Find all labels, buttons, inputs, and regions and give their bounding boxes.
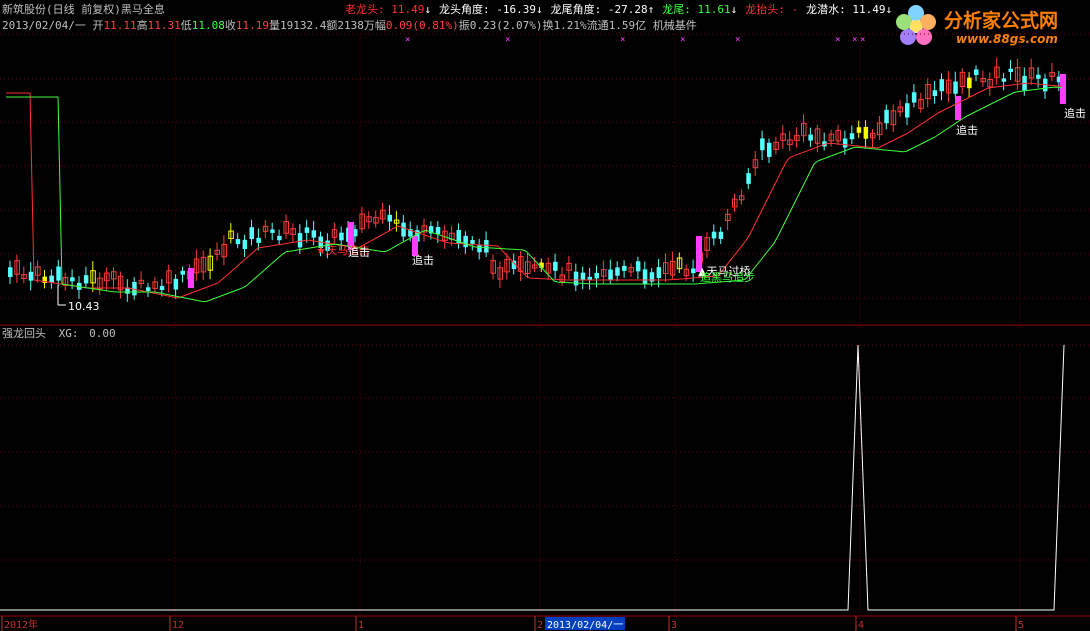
kline-chart[interactable]: × × × × × × × ×10.43★庆马追击追击追击▲天马过桥追黑马追步追击追击2012… (0, 0, 1090, 631)
x-axis-label: 4 (858, 620, 864, 631)
x-axis-label: 2012年 (4, 618, 38, 631)
candle-body (173, 278, 179, 290)
candle-body (435, 227, 441, 234)
candle-body (1036, 74, 1041, 79)
candle-body (608, 269, 613, 280)
candle-body (235, 239, 241, 245)
signal-marker-icon: × (680, 35, 685, 45)
chart-annotation: 追击 (956, 123, 978, 137)
signal-candle (1060, 74, 1066, 104)
signal-marker-icon: × (735, 35, 740, 45)
candle-body (691, 268, 696, 274)
candle-body (180, 270, 185, 275)
candle-body (932, 90, 938, 97)
signal-candle (955, 96, 961, 120)
candle-body (159, 286, 165, 291)
candle-body (83, 275, 89, 284)
signal-marker-icon: × (505, 35, 510, 45)
candle-body (939, 79, 944, 92)
chart-annotation: 追击 (412, 253, 434, 267)
candle-body (1001, 78, 1007, 82)
candle-body (884, 109, 889, 124)
candle-body (760, 138, 765, 151)
candle-body (70, 277, 75, 282)
signal-marker-icon: × (620, 35, 625, 45)
x-axis-label: 5 (1018, 620, 1024, 631)
x-axis-label: 1 (358, 620, 364, 631)
signal-marker-icon: × (852, 35, 857, 45)
candle-body (615, 267, 620, 276)
cursor-date: 2013/02/04/一 (547, 620, 623, 631)
signal-marker-icon: × (860, 35, 865, 45)
candle-body (304, 227, 310, 233)
candle-body (401, 222, 406, 237)
signal-candle (188, 268, 194, 288)
candle-body (249, 227, 254, 240)
xg-signal-line (0, 344, 1065, 611)
candle-body (911, 92, 917, 103)
candle-body (856, 127, 862, 133)
x-axis-label: 12 (172, 620, 184, 631)
candle-body (622, 265, 627, 271)
candle-body (746, 173, 751, 184)
candle-body (8, 267, 13, 278)
candle-body (594, 272, 599, 279)
signal-marker-icon: × (405, 35, 410, 45)
chart-annotation: 追击 (1064, 106, 1086, 120)
candle-body (477, 245, 482, 253)
candle-body (49, 275, 54, 283)
candle-body (146, 287, 151, 291)
candle-body (863, 127, 869, 139)
candle-body (297, 233, 303, 248)
chart-annotation: 追黑马追步 (700, 270, 755, 284)
candle-body (635, 261, 641, 272)
candle-body (311, 230, 317, 238)
candle-body (953, 81, 958, 94)
candle-body (580, 272, 586, 280)
candle-body (387, 214, 392, 222)
candle-body (808, 134, 813, 141)
candle-body (242, 239, 248, 250)
x-axis-label: 3 (671, 620, 677, 631)
candle-body (553, 261, 558, 271)
x-axis-label: 2 (537, 620, 543, 631)
candle-body (711, 231, 717, 239)
candle-body (463, 235, 468, 248)
candle-body (656, 267, 662, 279)
candle-body (767, 142, 772, 157)
candle-body (256, 237, 261, 243)
signal-marker-icon: × (835, 35, 840, 45)
candle-body (470, 240, 475, 244)
candle-body (967, 77, 972, 89)
signal-candle (412, 236, 418, 256)
candle-body (277, 235, 282, 241)
candle-body (905, 103, 910, 118)
candle-body (642, 269, 648, 284)
candle-body (842, 138, 848, 148)
candle-body (270, 229, 275, 233)
candle-body (718, 231, 724, 239)
candle-body (974, 69, 979, 76)
candle-body (849, 133, 855, 140)
candle-body (1008, 68, 1013, 72)
candle-body (56, 266, 61, 281)
chart-annotation: 10.43 (68, 300, 100, 313)
candle-body (339, 232, 344, 241)
candle-body (587, 276, 593, 280)
candle-body (28, 271, 34, 281)
chart-annotation: 追击 (348, 245, 370, 259)
candle-body (484, 240, 489, 253)
